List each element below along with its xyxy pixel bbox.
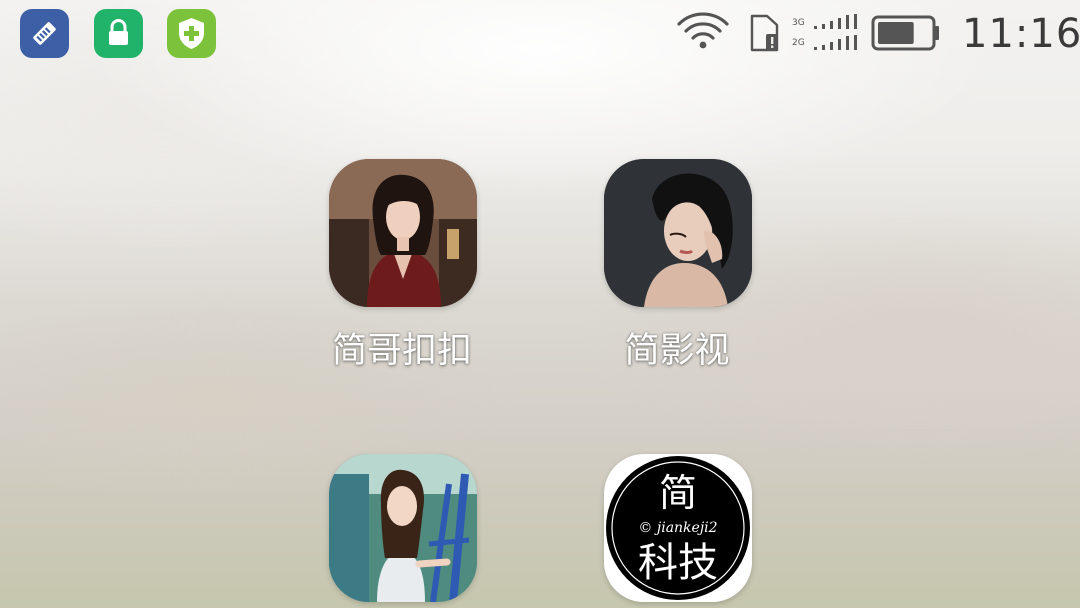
app-icon-jiankeji[interactable]: 简 © jiankeji2 科技 xyxy=(604,454,752,602)
signal-strength-icon: 3G 2G xyxy=(792,14,862,54)
logo-char-bottom: 科技 xyxy=(638,540,718,586)
shield-plus-icon[interactable] xyxy=(167,9,216,58)
app-icon-jiange-koukou[interactable] xyxy=(329,159,477,307)
app-label: 简哥扣扣 xyxy=(331,331,472,371)
battery-icon xyxy=(871,15,939,51)
status-clock: 11:16 xyxy=(962,11,1080,57)
app-icon-jian-yingshi[interactable] xyxy=(604,159,752,307)
cleaner-icon[interactable] xyxy=(20,9,69,58)
logo-char-top: 简 xyxy=(659,471,697,515)
app-icon-portrait-outdoor[interactable] xyxy=(329,454,477,602)
wifi-icon xyxy=(677,12,729,49)
sim-alert-icon xyxy=(750,14,779,52)
app-label: 简影视 xyxy=(624,331,730,371)
lock-icon[interactable] xyxy=(94,9,143,58)
status-bar: 3G 2G 11:16 xyxy=(0,0,1080,68)
logo-watermark: © jiankeji2 xyxy=(638,520,717,536)
